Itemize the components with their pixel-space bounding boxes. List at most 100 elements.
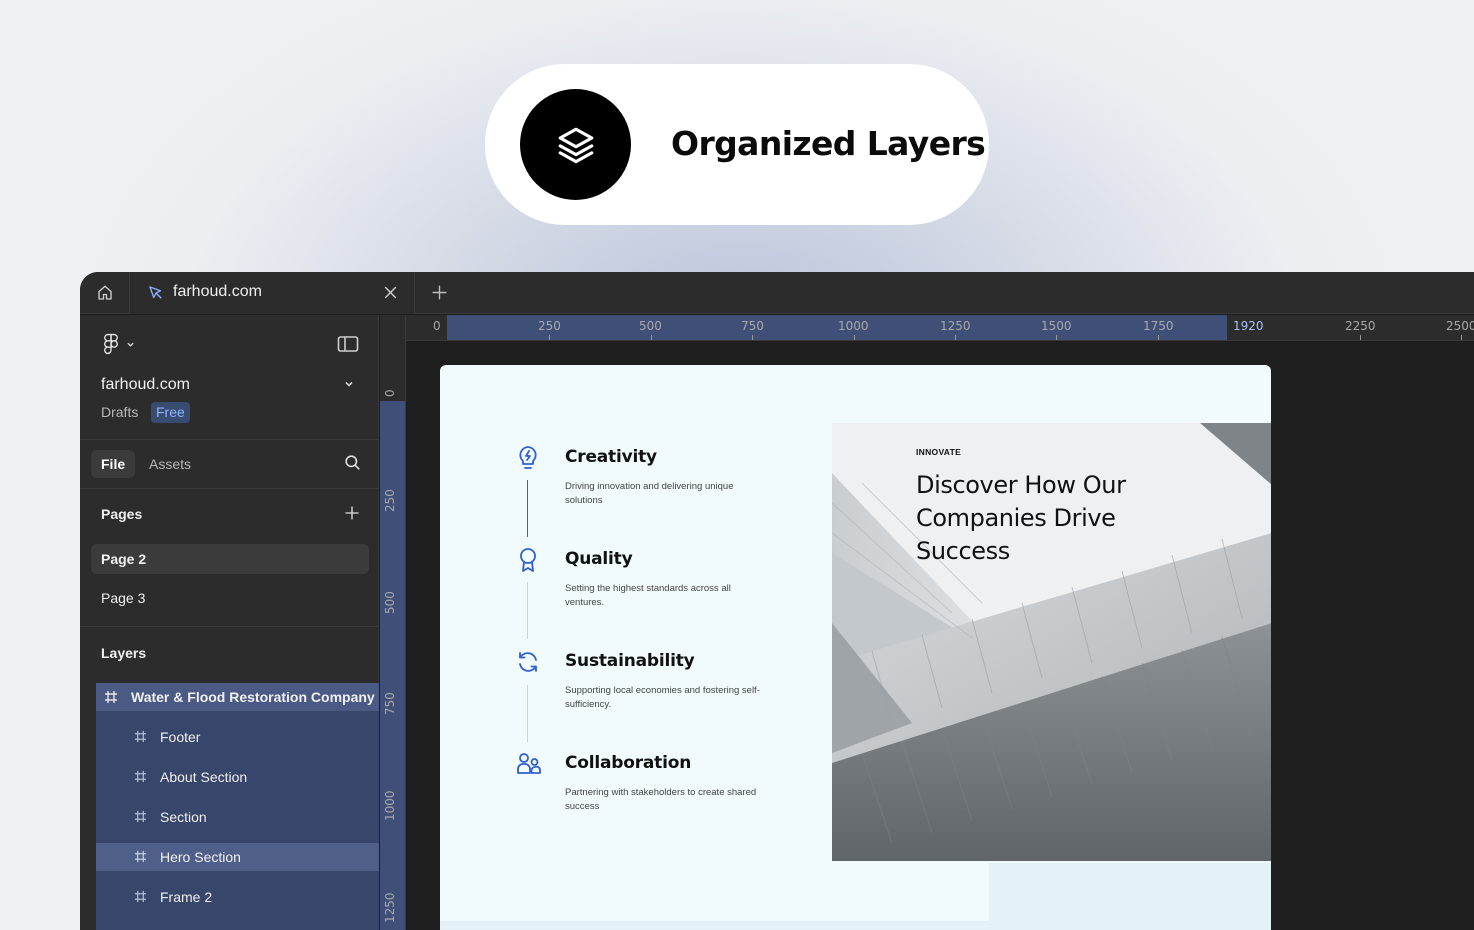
ruler-tick xyxy=(549,335,550,340)
layer-label: Hero Section xyxy=(160,849,241,865)
timeline-line xyxy=(527,685,528,742)
ruler-tick xyxy=(651,335,652,340)
horizontal-ruler: 0 250 500 750 1000 1250 1500 1750 1920 2… xyxy=(380,315,1474,341)
file-title[interactable]: farhoud.com xyxy=(101,376,190,394)
frame-icon xyxy=(105,691,117,703)
ruler-label: 500 xyxy=(383,591,397,614)
award-icon xyxy=(520,548,536,572)
tab-farhoud[interactable]: farhoud.com xyxy=(130,272,415,314)
ruler-tick xyxy=(1158,335,1159,340)
toggle-sidebar-icon[interactable] xyxy=(337,335,359,353)
layer-item-hero-section[interactable]: Hero Section xyxy=(96,843,379,871)
feature-title: Quality xyxy=(565,549,633,569)
layers-header: Layers xyxy=(101,645,147,661)
home-icon xyxy=(97,285,112,300)
ruler-label: 500 xyxy=(639,319,662,333)
frame-icon xyxy=(134,770,147,783)
ruler-selection-highlight xyxy=(380,401,405,930)
feature-description: Driving innovation and delivering unique… xyxy=(565,481,734,506)
refresh-icon xyxy=(519,652,537,672)
timeline-line xyxy=(527,480,528,537)
ruler-label: 750 xyxy=(741,319,764,333)
ruler-label: 2500 xyxy=(1446,319,1474,333)
ruler-tick xyxy=(752,335,753,340)
ruler-selection-highlight xyxy=(447,315,1227,340)
page-item-page-3[interactable]: Page 3 xyxy=(91,583,369,613)
timeline-line xyxy=(527,582,528,639)
layers-icon xyxy=(520,89,631,200)
feature-badge: Organized Layers xyxy=(485,64,989,225)
feature-description: Supporting local economies and fostering… xyxy=(565,685,760,710)
feature-title: Collaboration xyxy=(565,753,692,773)
ruler-label: 250 xyxy=(383,489,397,512)
layer-item-about-section[interactable]: About Section xyxy=(96,763,379,791)
ruler-tick xyxy=(1461,335,1462,340)
layer-label: Section xyxy=(160,809,207,825)
pages-header: Pages xyxy=(101,506,143,522)
ruler-label: 1000 xyxy=(383,790,397,821)
ruler-tick xyxy=(1056,335,1057,340)
divider xyxy=(80,488,379,489)
layer-item-root-frame[interactable]: Water & Flood Restoration Company xyxy=(96,683,379,711)
figma-logo-icon xyxy=(104,333,118,355)
hero-kicker: INNOVATE xyxy=(916,447,962,457)
layer-label: About Section xyxy=(160,769,248,785)
layer-item-section[interactable]: Section xyxy=(96,803,379,831)
ruler-label: 1750 xyxy=(1143,319,1174,333)
ruler-label: 0 xyxy=(383,389,397,397)
page-item-page-2[interactable]: Page 2 xyxy=(91,544,369,574)
main-menu-button[interactable] xyxy=(101,333,135,355)
tab-label: farhoud.com xyxy=(173,283,262,300)
ruler-tick xyxy=(955,335,956,340)
feature-title: Sustainability xyxy=(565,651,695,671)
design-frame-hero-section[interactable]: Creativity Driving innovation and delive… xyxy=(440,365,1271,930)
add-page-plus-icon[interactable] xyxy=(343,504,361,522)
divider xyxy=(80,626,379,627)
users-icon xyxy=(517,753,541,774)
ruler-label: 1920 xyxy=(1233,319,1264,333)
left-sidebar: farhoud.com Drafts Free File Assets Page… xyxy=(80,315,379,930)
ruler-label: 1250 xyxy=(940,319,971,333)
frame-icon xyxy=(134,730,147,743)
layer-label: Footer xyxy=(160,729,201,745)
frame-icon xyxy=(134,810,147,823)
layers-tree: Water & Flood Restoration Company Footer… xyxy=(96,683,379,930)
ruler-tick xyxy=(1360,335,1361,340)
tab-assets[interactable]: Assets xyxy=(149,456,191,472)
badge-title: Organized Layers xyxy=(671,124,986,163)
tab-bar: farhoud.com xyxy=(80,272,1474,314)
chevron-down-icon[interactable] xyxy=(344,379,354,389)
divider xyxy=(80,439,379,440)
app-window: farhoud.com farhoud.com Drafts Free File… xyxy=(80,272,1474,930)
lightbulb-icon xyxy=(519,446,537,469)
frame-icon xyxy=(134,850,147,863)
chevron-down-icon xyxy=(127,342,134,347)
ruler-label: 1250 xyxy=(383,892,397,923)
ruler-label: 1500 xyxy=(1041,319,1072,333)
search-icon[interactable] xyxy=(343,453,362,472)
new-tab-plus-icon[interactable] xyxy=(430,283,449,302)
feature-description: Setting the highest standards across all… xyxy=(565,583,731,608)
layer-label: Water & Flood Restoration Company xyxy=(131,689,375,705)
ruler-label: 250 xyxy=(538,319,561,333)
hero-title: Discover How Our Companies Drive Success xyxy=(916,471,1126,565)
close-icon[interactable] xyxy=(382,284,399,301)
tab-file[interactable]: File xyxy=(91,450,136,478)
layer-item-frame-2[interactable]: Frame 2 xyxy=(96,883,379,911)
plan-badge: Free xyxy=(151,402,190,423)
ruler-label: 1000 xyxy=(838,319,869,333)
ruler-corner xyxy=(380,315,406,341)
vertical-ruler: 0 250 500 750 1000 1250 xyxy=(380,341,406,930)
feature-title: Creativity xyxy=(565,447,657,467)
home-button[interactable] xyxy=(80,272,130,314)
ruler-tick xyxy=(854,335,855,340)
ruler-label: 2250 xyxy=(1345,319,1376,333)
frame-icon xyxy=(134,890,147,903)
frame-bottom-box xyxy=(989,863,1271,930)
feature-description: Partnering with stakeholders to create s… xyxy=(565,787,757,812)
figma-draft-icon xyxy=(149,286,162,299)
layer-item-footer[interactable]: Footer xyxy=(96,723,379,751)
file-location[interactable]: Drafts xyxy=(101,404,138,420)
ruler-label: 750 xyxy=(383,692,397,715)
layer-label: Frame 2 xyxy=(160,889,213,905)
